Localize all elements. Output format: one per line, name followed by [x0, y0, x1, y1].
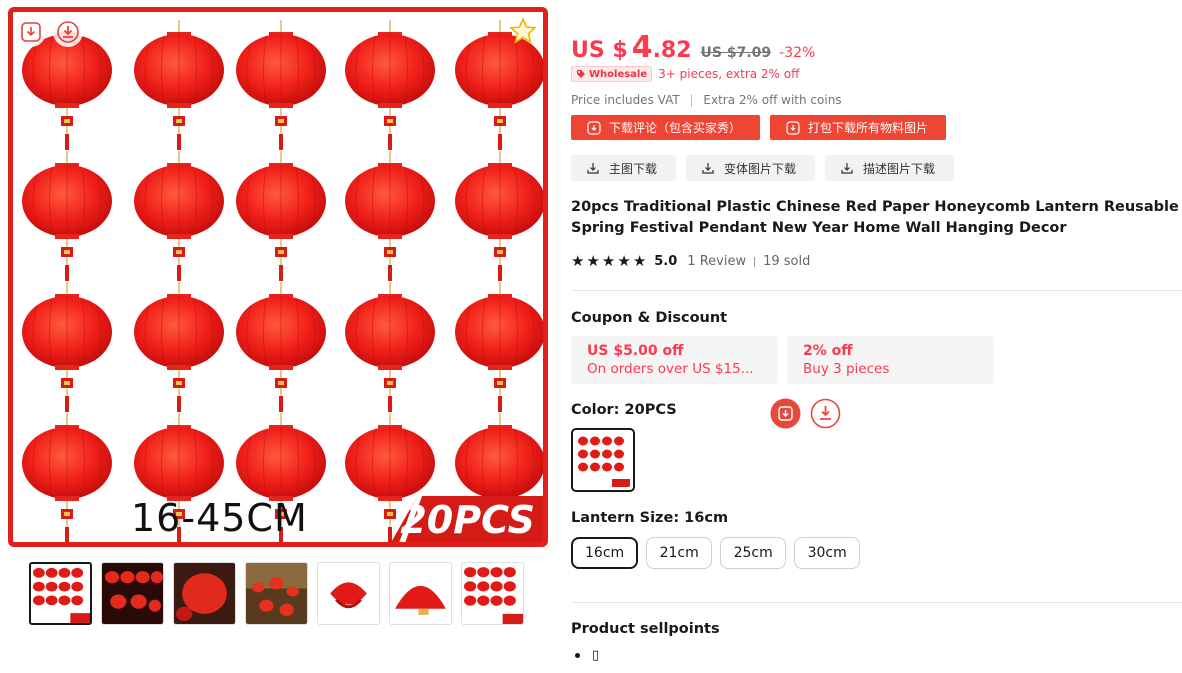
- star-icon: ★: [571, 252, 585, 270]
- thumb-lantern-grid[interactable]: [29, 562, 92, 625]
- size-options: 16cm 21cm 25cm 30cm: [571, 537, 861, 569]
- sold-count: 19 sold: [763, 254, 811, 269]
- rating-separator: [754, 256, 756, 267]
- tag-icon: [577, 70, 585, 78]
- thumb-lantern-closeup[interactable]: [173, 562, 236, 625]
- star-icon: ★: [632, 252, 647, 270]
- size-option-21cm[interactable]: 21cm: [646, 537, 713, 569]
- wholesale-text: 3+ pieces, extra 2% off: [658, 67, 800, 81]
- coupon-amount: 2% off: [803, 343, 853, 359]
- sellpoints-title: Product sellpoints: [571, 621, 720, 637]
- reviews-link[interactable]: 1 Review: [687, 254, 746, 269]
- size-label: Lantern Size: 16cm: [571, 510, 729, 526]
- price-decimal: .82: [652, 38, 692, 63]
- save-image-icon: [770, 398, 801, 429]
- download-icon: [810, 398, 841, 429]
- coins-text: Extra 2% off with coins: [703, 93, 842, 107]
- original-price: US $7.09: [700, 45, 772, 61]
- star-icon: ★: [586, 252, 600, 270]
- price-row: US $ 4 .82 US $7.09 -32%: [571, 30, 815, 65]
- rating-row: ★ ★ ★ ★ ★ 5.0 1 Review 19 sold: [571, 254, 811, 270]
- save-variant-button[interactable]: [770, 398, 801, 429]
- thumb-lantern-fan[interactable]: [389, 562, 452, 625]
- sellpoint-item: ▯: [571, 648, 599, 663]
- thumb-hanging-lanterns[interactable]: [101, 562, 164, 625]
- save-image-icon: [21, 22, 41, 42]
- download-tray-icon: [841, 163, 853, 174]
- size-option-16cm[interactable]: 16cm: [571, 537, 639, 569]
- lantern-grid-image: [13, 12, 543, 542]
- download-icon: [57, 21, 79, 43]
- download-tray-icon: [587, 163, 599, 174]
- main-product-image[interactable]: 16-45CM 20PCS: [8, 7, 548, 547]
- wholesale-badge-label: Wholesale: [589, 68, 648, 80]
- vat-text: Price includes VAT: [571, 93, 680, 107]
- rating-score: 5.0: [654, 254, 678, 269]
- swatch-image: [576, 433, 630, 487]
- download-variant-button[interactable]: [810, 398, 841, 429]
- thumb-lantern-folded[interactable]: [317, 562, 380, 625]
- size-option-30cm[interactable]: 30cm: [794, 537, 861, 569]
- coupon-condition: Buy 3 pieces: [803, 361, 890, 377]
- download-tray-icon: [702, 163, 714, 174]
- vat-separator: |: [689, 93, 694, 107]
- bullet-icon: [575, 653, 580, 658]
- save-image-button[interactable]: [16, 17, 46, 47]
- favorite-button[interactable]: [508, 16, 538, 46]
- discount-percent: -32%: [779, 45, 816, 61]
- main-image-download-label: 主图下载: [609, 161, 658, 176]
- coupon-section-title: Coupon & Discount: [571, 310, 728, 326]
- color-swatch-20pcs[interactable]: [571, 428, 635, 492]
- color-label: Color: 20PCS: [571, 402, 677, 418]
- download-reviews-button[interactable]: 下载评论（包含买家秀）: [571, 115, 760, 140]
- pack-download-button[interactable]: 打包下载所有物料图片: [770, 115, 946, 140]
- wholesale-row: Wholesale 3+ pieces, extra 2% off: [571, 66, 799, 82]
- price-integer: 4: [631, 30, 653, 65]
- quantity-badge-text: 20PCS: [400, 498, 535, 542]
- coupon-condition: On orders over US $15...: [587, 361, 754, 377]
- description-image-download-button[interactable]: 描述图片下载: [825, 155, 954, 181]
- star-icon: ★: [601, 252, 616, 270]
- download-image-button[interactable]: [53, 17, 83, 47]
- variant-image-download-label: 变体图片下载: [724, 161, 797, 176]
- thumb-tree-lanterns[interactable]: [245, 562, 308, 625]
- main-image-download-button[interactable]: 主图下载: [571, 155, 676, 181]
- vat-row: Price includes VAT | Extra 2% off with c…: [571, 93, 842, 107]
- star-rating: ★ ★ ★ ★ ★: [571, 254, 646, 269]
- save-image-icon: [786, 120, 800, 135]
- download-toolbar-primary: 下载评论（包含买家秀） 打包下载所有物料图片: [571, 115, 946, 140]
- coupon-card-store[interactable]: US $5.00 off On orders over US $15...: [571, 336, 778, 384]
- pack-download-label: 打包下载所有物料图片: [808, 121, 929, 135]
- coupon-card-quantity[interactable]: 2% off Buy 3 pieces: [787, 336, 994, 384]
- star-icon: ★: [617, 252, 631, 270]
- price-currency: US $: [571, 38, 628, 63]
- save-image-icon: [587, 120, 601, 135]
- size-option-25cm[interactable]: 25cm: [720, 537, 787, 569]
- variant-image-download-button[interactable]: 变体图片下载: [686, 155, 815, 181]
- divider: [571, 602, 1182, 603]
- star-outline-icon: [509, 17, 537, 44]
- download-toolbar-secondary: 主图下载 变体图片下载 描述图片下载: [571, 155, 954, 181]
- sellpoint-text: ▯: [592, 648, 600, 663]
- description-image-download-label: 描述图片下载: [863, 161, 936, 176]
- divider: [571, 290, 1182, 291]
- product-title: 20pcs Traditional Plastic Chinese Red Pa…: [571, 199, 1179, 236]
- thumb-lantern-grid-2[interactable]: [461, 562, 524, 625]
- coupon-amount: US $5.00 off: [587, 343, 684, 359]
- download-reviews-label: 下载评论（包含买家秀）: [609, 121, 742, 135]
- wholesale-badge: Wholesale: [571, 66, 653, 82]
- image-size-caption: 16-45CM: [131, 496, 308, 540]
- thumbnail-strip: [29, 562, 524, 625]
